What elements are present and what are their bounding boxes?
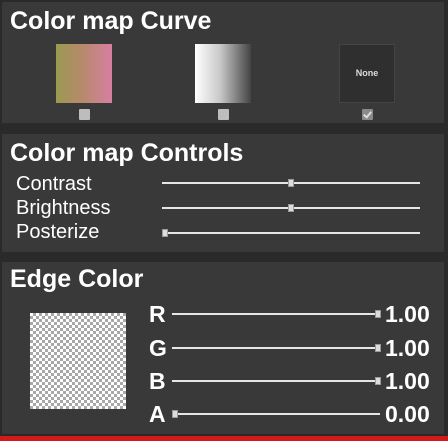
channel-a-value: 0.00 — [385, 401, 430, 427]
channel-g-value: 1.00 — [385, 335, 430, 361]
channel-r-label: R — [149, 301, 166, 327]
channel-b-slider-thumb[interactable] — [375, 377, 381, 385]
color-map-swatch[interactable] — [195, 44, 251, 103]
posterize-slider[interactable] — [162, 232, 420, 234]
channel-g-slider[interactable] — [172, 347, 380, 349]
posterize-label: Posterize — [16, 221, 100, 243]
contrast-slider-thumb[interactable] — [288, 179, 294, 187]
brightness-slider-thumb[interactable] — [288, 204, 294, 212]
channel-b-label: B — [149, 368, 166, 394]
posterize-slider-thumb[interactable] — [162, 229, 168, 237]
channel-a-slider-thumb[interactable] — [172, 410, 178, 418]
color-map-curve-panel: Color map Curve None — [2, 2, 444, 123]
accent-bar — [0, 436, 448, 441]
color-map-swatch-none[interactable]: None — [339, 44, 395, 103]
channel-g-label: G — [149, 335, 167, 361]
channel-r-slider[interactable] — [172, 313, 380, 315]
swatch-checkbox[interactable] — [79, 109, 90, 120]
swatch-checkbox-checked[interactable] — [362, 109, 373, 120]
color-map-controls-panel: Color map Controls Contrast Brightness P… — [2, 134, 444, 252]
channel-r-slider-thumb[interactable] — [375, 310, 381, 318]
swatch-label: None — [355, 68, 379, 78]
contrast-label: Contrast — [16, 173, 92, 195]
panel-title: Edge Color — [10, 265, 144, 293]
panel-title: Color map Curve — [10, 7, 212, 35]
channel-r-value: 1.00 — [385, 301, 430, 327]
channel-a-label: A — [149, 401, 166, 427]
color-map-swatch[interactable] — [56, 44, 112, 103]
channel-a-slider[interactable] — [172, 413, 380, 415]
channel-b-value: 1.00 — [385, 368, 430, 394]
channel-g-slider-thumb[interactable] — [375, 344, 381, 352]
edge-color-panel: Edge Color R 1.00 G 1.00 B 1.00 A 0.00 — [2, 262, 444, 434]
swatch-checkbox[interactable] — [218, 109, 229, 120]
edge-color-preview[interactable] — [30, 313, 126, 409]
channel-b-slider[interactable] — [172, 380, 380, 382]
panel-title: Color map Controls — [10, 139, 244, 167]
brightness-label: Brightness — [16, 197, 111, 219]
